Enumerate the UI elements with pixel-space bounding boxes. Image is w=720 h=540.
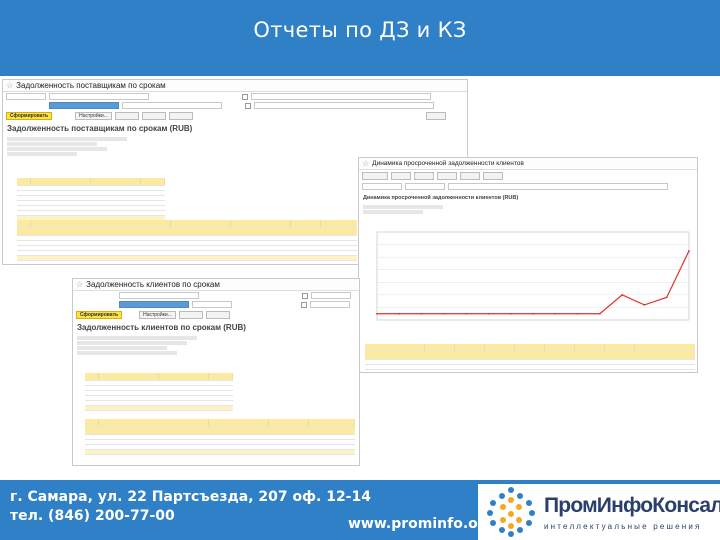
supplier-summary-table xyxy=(17,178,165,221)
window-title: Задолженность клиентов по срокам xyxy=(86,280,220,289)
report-parameters xyxy=(3,135,467,158)
favorite-star-icon[interactable]: ☆ xyxy=(6,81,13,90)
logo-wordmark: ПромИнфоКонсалт xyxy=(544,494,720,517)
organization-label xyxy=(76,301,116,308)
overdue-dynamics-window: ☆ Динамика просроченной задолженности кл… xyxy=(358,157,698,373)
contact-address: г. Самара, ул. 22 Партсъезда, 207 оф. 12… xyxy=(10,488,371,526)
favorite-star-icon[interactable]: ☆ xyxy=(362,159,369,168)
settings-button[interactable]: Настройки... xyxy=(139,311,176,319)
more-button[interactable] xyxy=(425,112,446,120)
client-summary-table xyxy=(85,373,233,411)
filter-field[interactable] xyxy=(448,183,668,190)
toolbar-button[interactable] xyxy=(437,172,457,180)
window-titlebar: ☆ Задолженность клиентов по срокам xyxy=(73,279,359,291)
filter-field-2[interactable] xyxy=(254,102,434,109)
toolbar-button-4[interactable] xyxy=(141,112,166,120)
toolbar: Сформировать Настройки... xyxy=(3,110,467,122)
organization-field[interactable] xyxy=(119,301,189,308)
toolbar-button[interactable] xyxy=(391,172,411,180)
report-title: Задолженность клиентов по срокам (RUB) xyxy=(77,323,246,332)
chart-point xyxy=(688,249,690,252)
window-titlebar: ☆ Задолженность поставщикам по срокам xyxy=(3,80,467,92)
filter-row xyxy=(73,291,359,300)
toolbar: Сформировать Настройки... xyxy=(73,309,359,321)
toolbar-button[interactable] xyxy=(483,172,503,180)
toolbar-button[interactable] xyxy=(362,172,388,180)
filter-field-2[interactable] xyxy=(310,301,350,308)
chart-point xyxy=(643,304,646,306)
logo-mark-icon xyxy=(487,487,535,537)
filter-checkbox-2[interactable] xyxy=(245,102,251,109)
organization-row xyxy=(73,300,359,309)
organization-row xyxy=(3,101,467,110)
window-title: Задолженность поставщикам по срокам xyxy=(16,81,166,90)
date-field[interactable] xyxy=(405,183,445,190)
slide-title: Отчеты по ДЗ и КЗ xyxy=(253,18,467,42)
slide-header: Отчеты по ДЗ и КЗ xyxy=(0,0,720,76)
chart-point xyxy=(598,312,601,315)
toolbar-button[interactable] xyxy=(414,172,434,180)
form-report-button[interactable]: Сформировать xyxy=(76,311,123,319)
chart-point xyxy=(376,312,378,315)
chart-point xyxy=(665,296,668,299)
window-title: Динамика просроченной задолженности клие… xyxy=(372,160,524,167)
filter-row xyxy=(3,92,467,101)
organization-field[interactable] xyxy=(49,102,119,109)
favorite-star-icon[interactable]: ☆ xyxy=(76,280,83,289)
chart-point xyxy=(554,312,557,315)
toolbar-button-3[interactable] xyxy=(114,112,139,120)
chart-point xyxy=(532,312,534,315)
organization-label-field xyxy=(6,102,46,109)
chart-parameters xyxy=(359,203,697,216)
website-link[interactable]: www.prominfo.org xyxy=(348,516,495,532)
chart-filter-row xyxy=(359,182,697,191)
chart-point xyxy=(442,312,445,315)
toolbar-button-3[interactable] xyxy=(178,311,203,319)
phone-line: тел. (846) 200-77-00 xyxy=(10,508,175,524)
filter-checkbox[interactable] xyxy=(242,93,248,100)
chart-point xyxy=(621,293,624,296)
chart-point xyxy=(420,312,423,315)
dynamics-table xyxy=(365,344,695,370)
client-detail-table xyxy=(85,419,355,455)
supplier-detail-table xyxy=(17,220,357,261)
chart-point xyxy=(398,312,401,315)
chart-point xyxy=(465,312,468,315)
chart-point xyxy=(576,312,579,315)
form-report-button[interactable]: Сформировать xyxy=(6,112,53,120)
client-debt-window: ☆ Задолженность клиентов по срокам Сформ… xyxy=(72,278,360,466)
toolbar-button[interactable] xyxy=(460,172,480,180)
toolbar-button-5[interactable] xyxy=(168,112,193,120)
overdue-line-chart xyxy=(376,231,690,321)
report-parameters xyxy=(73,334,359,357)
chart-title: Динамика просроченной задолженности клие… xyxy=(363,195,519,201)
date-field[interactable] xyxy=(49,93,149,100)
filter-field[interactable] xyxy=(311,292,351,299)
filter-field[interactable] xyxy=(251,93,431,100)
period-field[interactable] xyxy=(362,183,402,190)
settings-button[interactable]: Настройки... xyxy=(75,112,112,120)
filter-checkbox[interactable] xyxy=(302,292,308,299)
period-field[interactable] xyxy=(76,292,116,299)
chart-plot-area xyxy=(376,231,690,321)
logo-tagline: интеллектуальные решения xyxy=(544,522,702,531)
organization-select[interactable] xyxy=(192,301,232,308)
organization-select[interactable] xyxy=(122,102,222,109)
report-title: Задолженность поставщикам по срокам (RUB… xyxy=(7,124,193,133)
address-line: г. Самара, ул. 22 Партсъезда, 207 оф. 12… xyxy=(10,489,371,505)
chart-point xyxy=(509,312,512,315)
chart-point xyxy=(487,312,490,315)
company-logo: ПромИнфоКонсалт интеллектуальные решения xyxy=(478,484,720,540)
date-field[interactable] xyxy=(119,292,199,299)
period-field[interactable] xyxy=(6,93,46,100)
chart-toolbar xyxy=(359,170,697,182)
filter-checkbox-2[interactable] xyxy=(301,301,307,308)
window-titlebar: ☆ Динамика просроченной задолженности кл… xyxy=(359,158,697,170)
toolbar-button-4[interactable] xyxy=(205,311,230,319)
